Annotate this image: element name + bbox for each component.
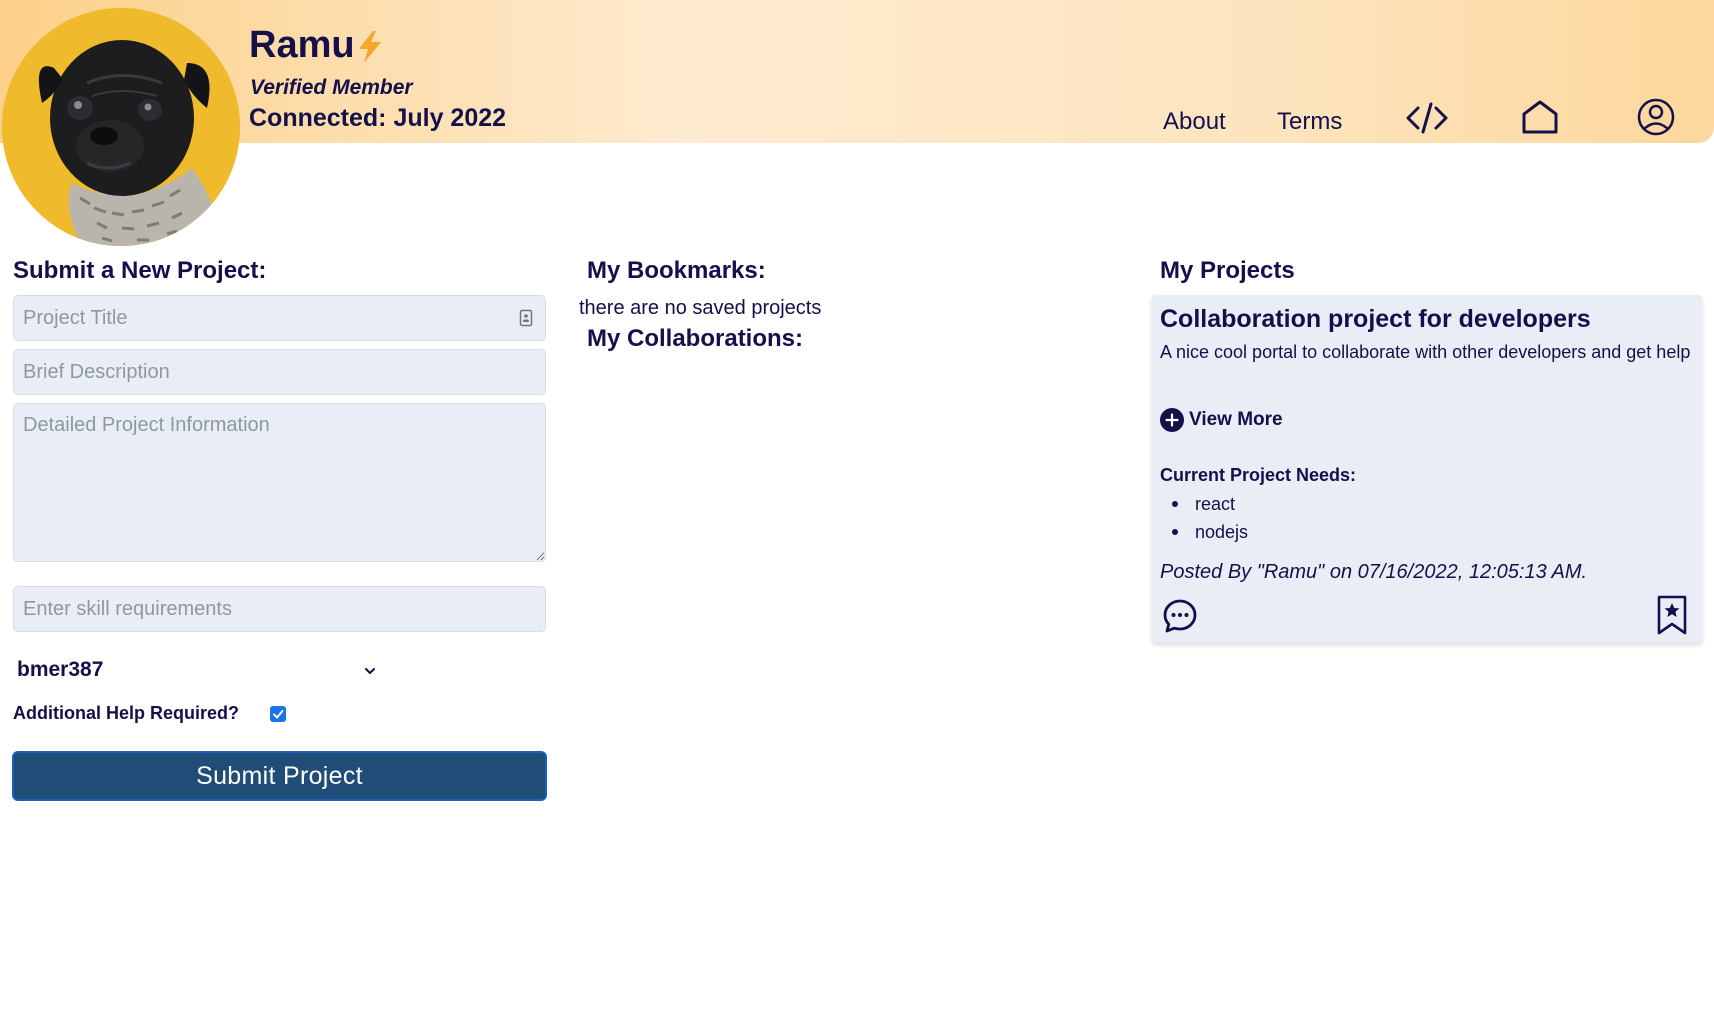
submit-project-button[interactable]: Submit Project — [12, 751, 547, 801]
bookmarks-empty-text: there are no saved projects — [579, 297, 822, 319]
code-icon[interactable] — [1405, 101, 1449, 135]
connected-date: Connected: July 2022 — [249, 104, 507, 132]
bookmarks-heading: My Bookmarks: — [587, 257, 766, 284]
view-more-button[interactable]: View More — [1160, 408, 1283, 432]
project-card: Collaboration project for developers A n… — [1152, 295, 1702, 643]
autofill-contact-icon[interactable] — [518, 308, 534, 328]
project-description: A nice cool portal to collaborate with o… — [1160, 342, 1691, 362]
checkmark-icon — [273, 710, 284, 719]
plus-circle-icon — [1160, 408, 1184, 432]
selected-user-value: bmer387 — [17, 658, 104, 681]
additional-help-checkbox[interactable] — [270, 706, 286, 722]
home-icon[interactable] — [1521, 99, 1559, 135]
submit-project-heading: Submit a New Project: — [13, 257, 267, 284]
chevron-down-icon — [365, 668, 375, 674]
project-needs-list: react nodejs — [1172, 490, 1248, 546]
nav-terms-link[interactable]: Terms — [1277, 108, 1342, 136]
member-status: Verified Member — [250, 76, 413, 99]
project-needs-label: Current Project Needs: — [1160, 465, 1357, 485]
need-item: react — [1172, 490, 1248, 518]
brief-description-input[interactable] — [13, 349, 546, 395]
user-avatar[interactable] — [2, 8, 240, 246]
bookmark-star-icon[interactable] — [1655, 594, 1689, 636]
collaborations-heading: My Collaborations: — [587, 325, 804, 352]
posted-by-text: Posted By "Ramu" on 07/16/2022, 12:05:13… — [1160, 561, 1588, 583]
chat-bubble-icon[interactable] — [1162, 598, 1198, 634]
need-item: nodejs — [1172, 518, 1248, 546]
pug-avatar-image — [2, 8, 240, 246]
additional-help-label: Additional Help Required? — [13, 703, 240, 723]
detailed-info-textarea[interactable] — [13, 403, 546, 562]
my-projects-heading: My Projects — [1160, 257, 1295, 284]
skills-input[interactable] — [13, 586, 546, 632]
nav-about-link[interactable]: About — [1163, 108, 1226, 136]
user-name: Ramu — [249, 24, 355, 66]
user-profile-icon[interactable] — [1637, 98, 1675, 136]
project-title[interactable]: Collaboration project for developers — [1160, 305, 1591, 334]
collaborator-select[interactable]: bmer387 — [13, 655, 375, 687]
view-more-label: View More — [1189, 409, 1283, 430]
lightning-bolt-icon — [359, 31, 381, 63]
project-title-input[interactable] — [13, 295, 546, 341]
